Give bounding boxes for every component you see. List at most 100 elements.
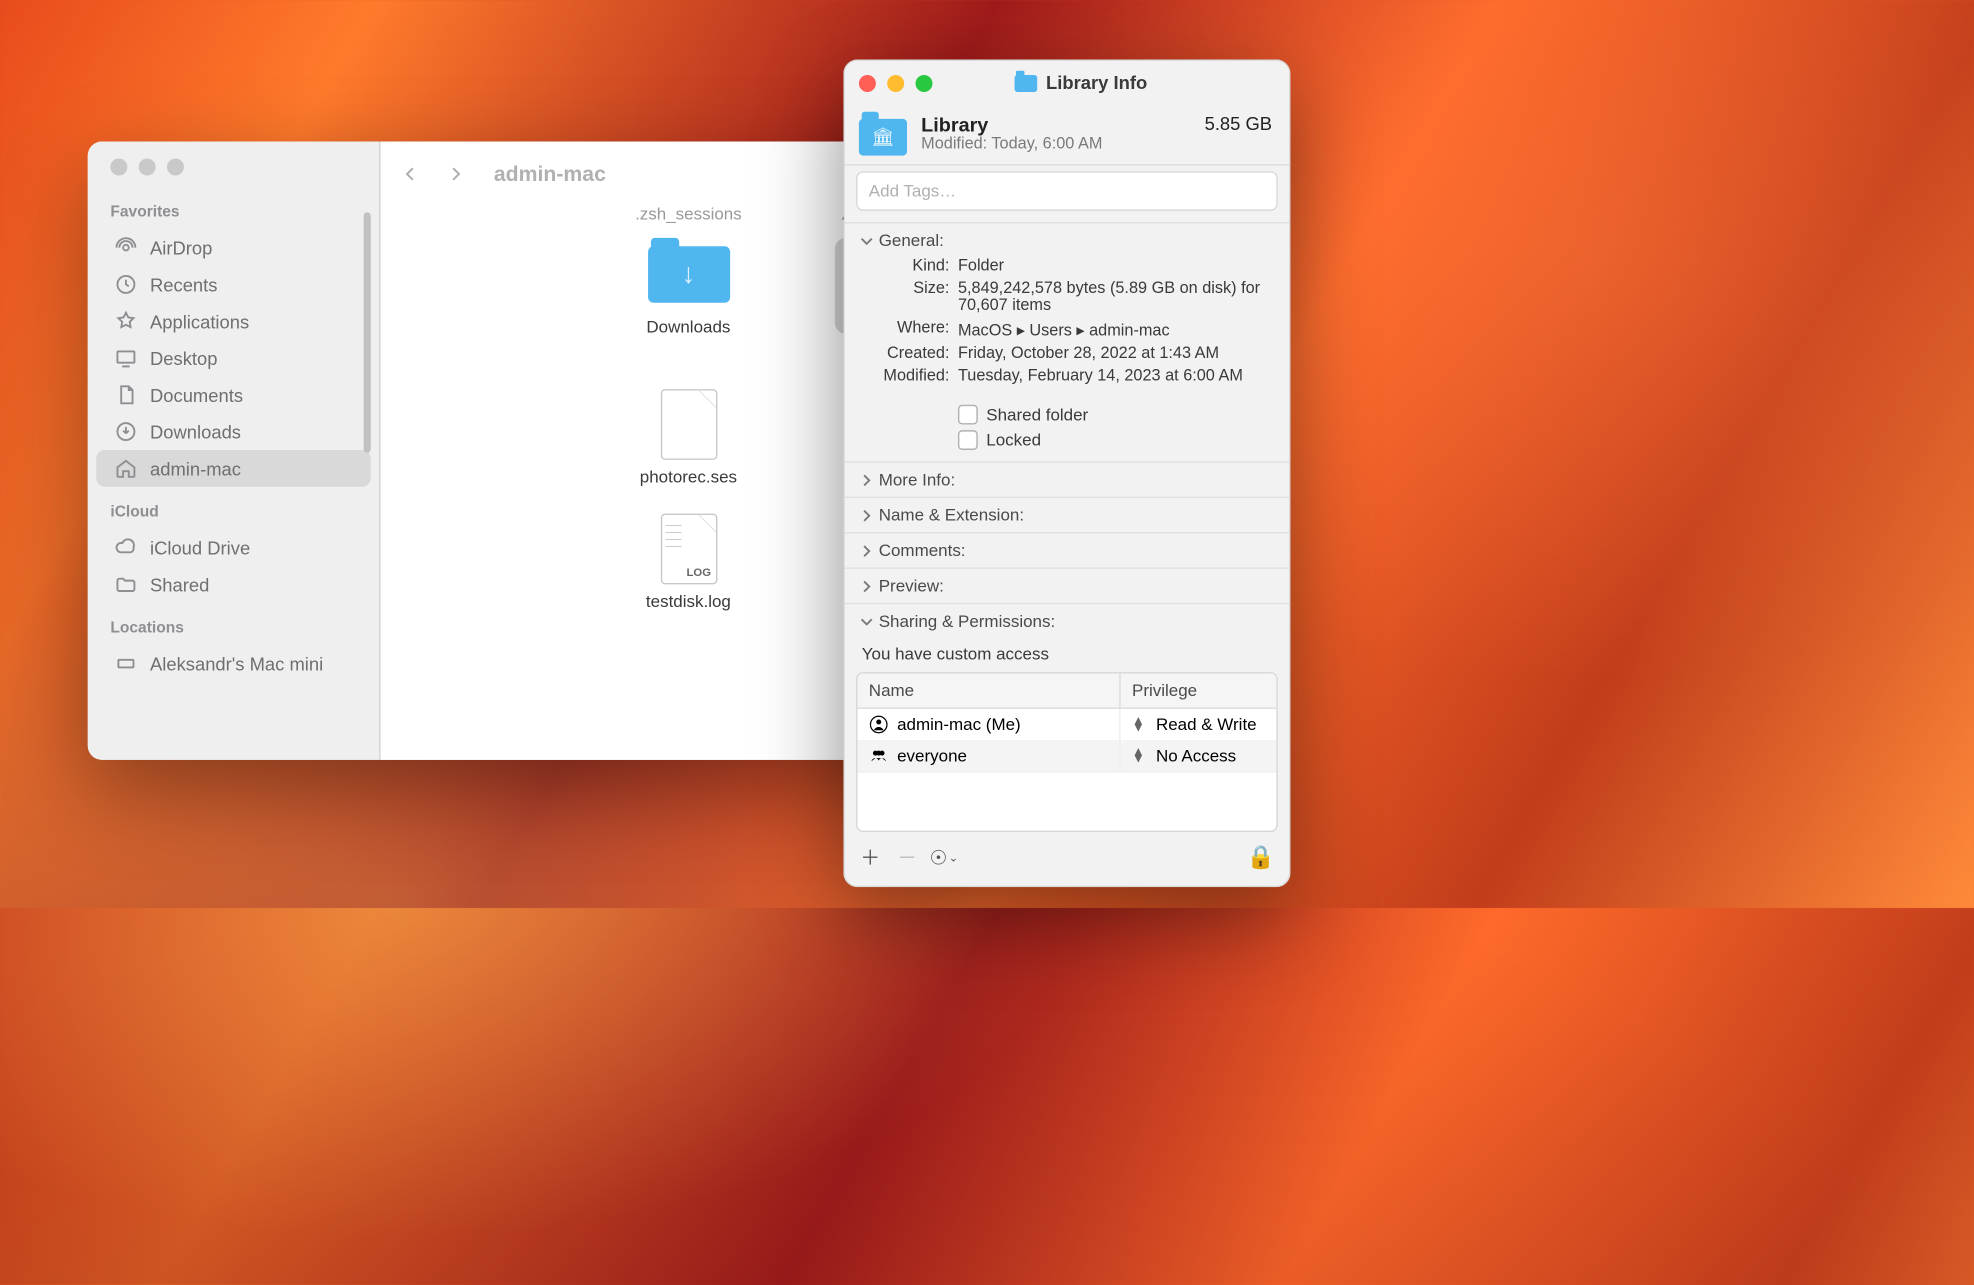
section-title: General:	[879, 231, 944, 251]
window-title-label: Library Info	[1046, 72, 1147, 93]
group-icon	[869, 746, 889, 766]
item-size: 5.85 GB	[1205, 113, 1272, 134]
locked-row: Locked	[845, 427, 1289, 461]
forward-button[interactable]	[443, 158, 468, 189]
lock-icon[interactable]: 🔒	[1247, 843, 1275, 871]
download-icon: ↓	[647, 246, 729, 303]
sidebar-item-airdrop[interactable]: AirDrop	[96, 229, 371, 266]
label-size: Size:	[867, 280, 949, 314]
value-size: 5,849,242,578 bytes (5.89 GB on disk) fo…	[958, 280, 1272, 314]
computer-icon	[113, 651, 138, 676]
sidebar-item-label: AirDrop	[150, 237, 212, 258]
perm-privilege[interactable]: No Access	[1156, 746, 1236, 766]
home-icon	[113, 456, 138, 481]
section-header-sharing[interactable]: Sharing & Permissions:	[845, 604, 1289, 638]
shared-folder-icon	[113, 572, 138, 597]
section-header-more-info[interactable]: More Info:	[845, 463, 1289, 497]
close-button[interactable]	[859, 74, 876, 91]
section-title: Name & Extension:	[879, 505, 1024, 525]
sidebar-item-label: Desktop	[150, 347, 217, 368]
zoom-button[interactable]	[167, 158, 184, 175]
applications-icon	[113, 308, 138, 333]
sidebar-item-label: Aleksandr's Mac mini	[150, 653, 323, 674]
permissions-note: You have custom access	[845, 638, 1289, 672]
col-header-name[interactable]: Name	[857, 674, 1120, 709]
sidebar-section-favorites: Favorites	[88, 198, 379, 229]
chevron-right-icon	[859, 508, 873, 522]
finder-title: admin-mac	[494, 162, 606, 186]
section-header-name-extension[interactable]: Name & Extension:	[845, 498, 1289, 532]
section-title: Preview:	[879, 576, 944, 596]
sidebar-item-desktop[interactable]: Desktop	[96, 340, 371, 377]
col-header-privilege[interactable]: Privilege	[1121, 674, 1277, 709]
sidebar-item-shared[interactable]: Shared	[96, 566, 371, 603]
perm-privilege[interactable]: Read & Write	[1156, 715, 1257, 735]
section-general: General: Kind: Folder Size: 5,849,242,57…	[845, 222, 1289, 461]
shared-folder-row: Shared folder	[845, 402, 1289, 427]
permissions-actions: ＋ － ☉⌄ 🔒	[845, 843, 1289, 885]
value-kind: Folder	[958, 258, 1272, 275]
label-where: Where:	[867, 320, 949, 340]
sidebar-item-recents[interactable]: Recents	[96, 266, 371, 303]
sidebar-item-label: admin-mac	[150, 458, 241, 479]
value-where: MacOS ▸ Users ▸ admin-mac	[958, 320, 1272, 340]
item-name: Library	[921, 113, 1190, 136]
folder-icon: 🏛	[859, 119, 907, 156]
file-label: Downloads	[646, 317, 730, 337]
sidebar-scrollbar[interactable]	[364, 212, 371, 453]
sidebar-item-icloud-drive[interactable]: iCloud Drive	[96, 529, 371, 566]
general-details: Kind: Folder Size: 5,849,242,578 bytes (…	[845, 258, 1289, 394]
item-modified-short: Modified: Today, 6:00 AM	[921, 136, 1190, 153]
locked-checkbox[interactable]	[958, 430, 978, 450]
file-label[interactable]: .zsh_sessions	[589, 204, 789, 224]
close-button[interactable]	[110, 158, 127, 175]
person-icon	[869, 715, 889, 735]
file-item-photorec[interactable]: photorec.ses	[589, 388, 789, 487]
sidebar-item-home[interactable]: admin-mac	[96, 450, 371, 487]
minimize-button[interactable]	[139, 158, 156, 175]
sidebar-item-applications[interactable]: Applications	[96, 303, 371, 340]
sidebar-section-icloud: iCloud	[88, 498, 379, 529]
get-info-window: Library Info 🏛 Library Modified: Today, …	[843, 59, 1290, 887]
permission-row[interactable]: admin-mac (Me) ▲▼ Read & Write	[857, 709, 1276, 740]
section-title: More Info:	[879, 470, 955, 490]
permission-row[interactable]: everyone ▲▼No Access	[857, 740, 1276, 771]
section-title: Comments:	[879, 541, 966, 561]
value-modified: Tuesday, February 14, 2023 at 6:00 AM	[958, 368, 1272, 385]
section-header-comments[interactable]: Comments:	[845, 533, 1289, 567]
section-title: Sharing & Permissions:	[879, 611, 1055, 631]
download-icon	[113, 419, 138, 444]
window-controls	[88, 156, 379, 198]
info-header: 🏛 Library Modified: Today, 6:00 AM 5.85 …	[845, 105, 1289, 166]
chevron-right-icon	[859, 579, 873, 593]
sidebar-item-documents[interactable]: Documents	[96, 376, 371, 413]
file-label: testdisk.log	[646, 591, 731, 611]
perm-name: admin-mac (Me)	[897, 715, 1021, 735]
section-header-preview[interactable]: Preview:	[845, 569, 1289, 603]
sidebar-item-downloads[interactable]: Downloads	[96, 413, 371, 450]
chevron-down-icon	[859, 233, 873, 247]
folder-item-downloads[interactable]: ↓ Downloads	[589, 238, 789, 363]
sidebar-item-mac-mini[interactable]: Aleksandr's Mac mini	[96, 645, 371, 682]
chevron-right-icon	[859, 543, 873, 557]
add-button[interactable]: ＋	[859, 846, 882, 869]
tags-input[interactable]: Add Tags…	[856, 171, 1278, 211]
desktop-icon	[113, 345, 138, 370]
titlebar: Library Info	[845, 61, 1289, 105]
minimize-button[interactable]	[887, 74, 904, 91]
label-created: Created:	[867, 345, 949, 362]
window-title: Library Info	[1015, 72, 1147, 93]
zoom-button[interactable]	[916, 74, 933, 91]
chevron-right-icon	[859, 473, 873, 487]
section-header-general[interactable]: General:	[845, 224, 1289, 258]
clock-icon	[113, 272, 138, 297]
back-button[interactable]	[398, 158, 423, 189]
sidebar-item-label: Shared	[150, 574, 209, 595]
shared-folder-checkbox[interactable]	[958, 405, 978, 425]
chevron-updown-icon: ▲▼	[1132, 717, 1145, 731]
perm-name: everyone	[897, 746, 967, 766]
locked-label: Locked	[986, 430, 1041, 450]
remove-button[interactable]: －	[896, 846, 919, 869]
action-menu-button[interactable]: ☉⌄	[932, 846, 955, 869]
file-item-testdisk-log[interactable]: ––––––––––––––––––––LOG testdisk.log	[589, 512, 789, 611]
